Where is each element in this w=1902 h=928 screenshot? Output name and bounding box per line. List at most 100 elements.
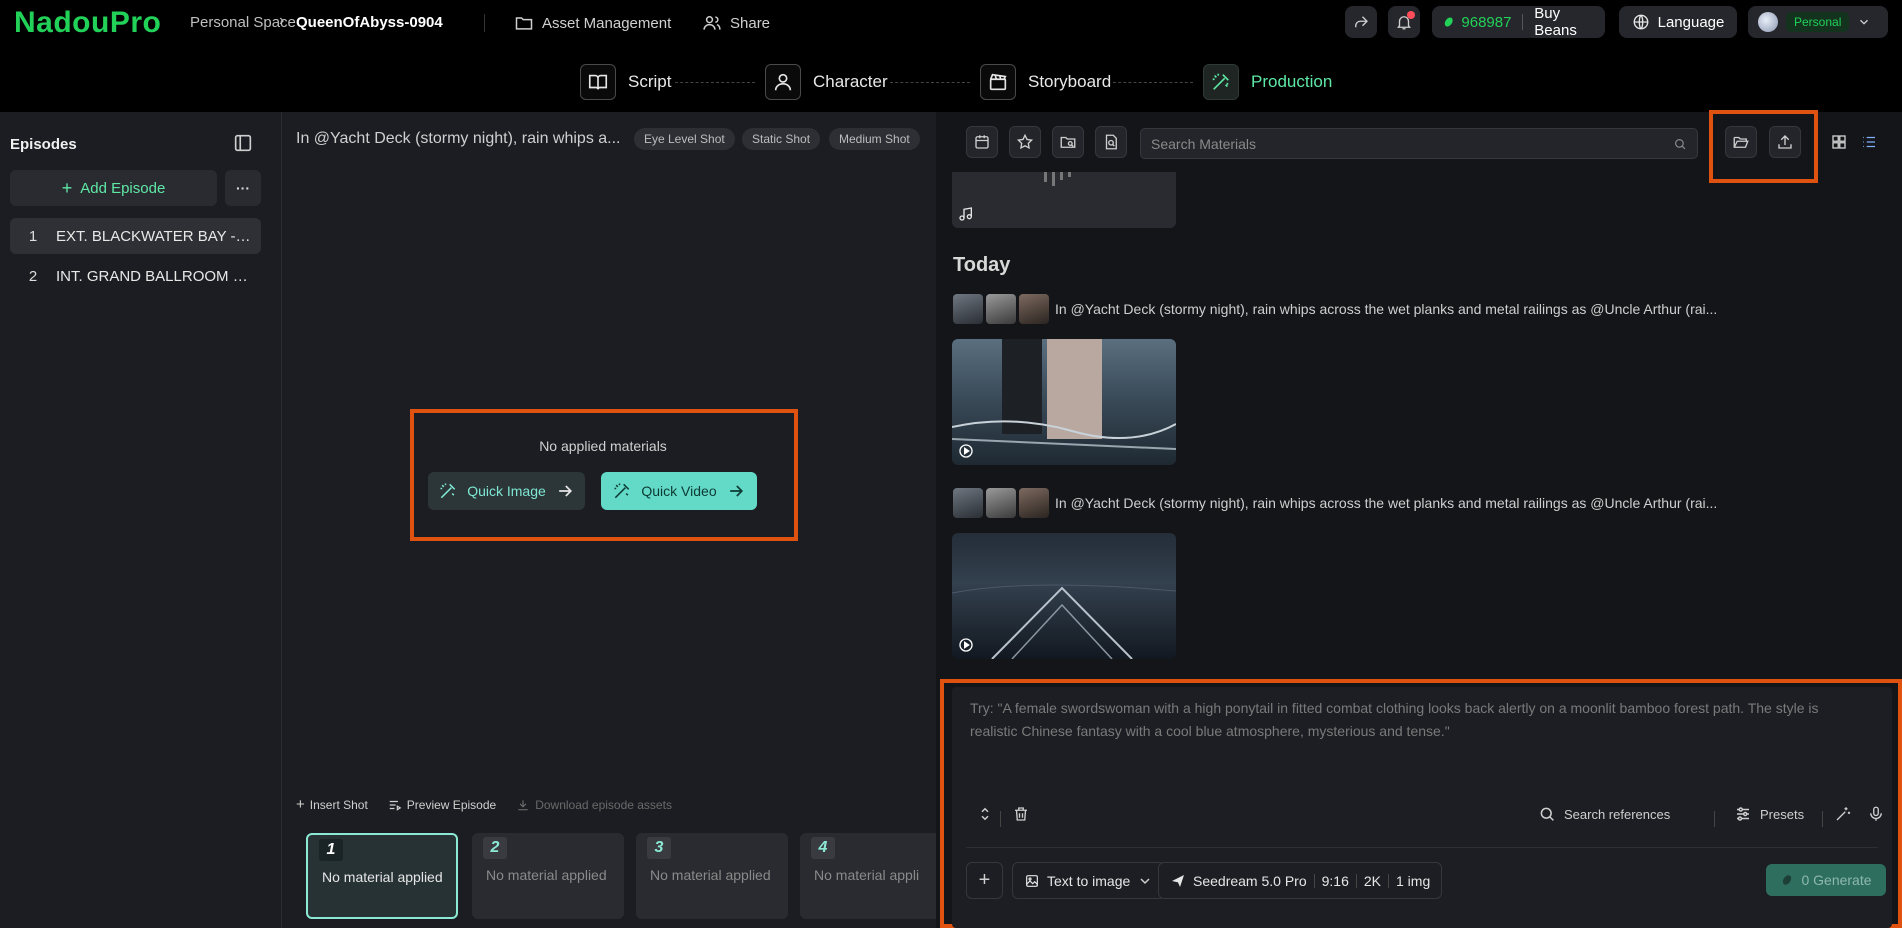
microphone-button[interactable] (1867, 805, 1885, 823)
top-bar: NadouPro Personal Space › QueenOfAbyss-0… (0, 0, 1902, 112)
prompt-input[interactable]: Try: "A female swordswoman with a high p… (970, 697, 1850, 797)
mode-select[interactable]: Text to image (1012, 862, 1166, 899)
asset-management-button[interactable]: Asset Management (514, 13, 671, 33)
material-prompt: In @Yacht Deck (stormy night), rain whip… (1055, 301, 1718, 317)
language-button[interactable]: Language (1619, 6, 1737, 38)
favorites-filter-button[interactable] (1009, 126, 1041, 158)
calendar-filter-button[interactable] (966, 126, 998, 158)
sliders-icon (1737, 807, 1749, 821)
download-assets-button[interactable]: Download episode assets (516, 796, 672, 813)
upload-button[interactable] (1769, 126, 1801, 158)
language-label: Language (1657, 13, 1725, 31)
grid-view-button[interactable] (1826, 129, 1852, 155)
step-connector (1113, 82, 1193, 83)
shot-card[interactable]: 4 No material appli (800, 833, 936, 919)
audio-material[interactable] (952, 172, 1176, 228)
open-folder-button[interactable] (1725, 126, 1757, 158)
expand-icon (981, 807, 989, 821)
shot-title: In @Yacht Deck (stormy night), rain whip… (296, 130, 621, 147)
generate-button[interactable]: 0 Generate (1766, 864, 1886, 896)
search-materials (1140, 128, 1698, 159)
shot-tag: Static Shot (742, 128, 821, 150)
divider (1714, 811, 1715, 827)
quick-video-button[interactable]: Quick Video (601, 472, 757, 510)
upload-icon (1778, 135, 1792, 149)
logo[interactable]: NadouPro (14, 6, 161, 40)
add-episode-button[interactable]: + Add Episode (10, 170, 217, 206)
shot-card[interactable]: 1 No material applied (306, 833, 458, 919)
file-search-button[interactable] (1095, 126, 1127, 158)
beans-balance[interactable]: 968987 Buy Beans (1432, 5, 1605, 39)
waveform-icon (1044, 172, 1071, 186)
search-icon[interactable] (1673, 137, 1687, 151)
model-settings-button[interactable]: Seedream 5.0 Pro 9:16 2K 1 img (1158, 862, 1443, 899)
materials-panel: Today In @Yacht Deck (stormy night), rai… (940, 110, 1902, 928)
account-menu[interactable]: Personal (1748, 6, 1888, 38)
calendar-icon (975, 135, 989, 149)
shot-card[interactable]: 2 No material applied (472, 833, 624, 919)
list-play-icon (389, 800, 402, 811)
more-options-button[interactable]: ··· (225, 170, 261, 206)
enhance-button[interactable] (1834, 805, 1852, 823)
model-icon (1172, 874, 1184, 887)
list-view-button[interactable] (1856, 129, 1882, 155)
divider (1388, 873, 1389, 888)
notification-dot (1407, 11, 1415, 19)
episode-item[interactable]: 2 INT. GRAND BALLROOM - ... (10, 258, 261, 294)
forward-button[interactable] (1345, 6, 1377, 38)
sparkle-wand-icon (1836, 807, 1851, 821)
clear-button[interactable] (1012, 805, 1030, 823)
plus-icon: + (978, 869, 991, 891)
episodes-sidebar: Episodes + Add Episode ··· 1 EXT. BLACKW… (0, 112, 282, 928)
episode-item[interactable]: 1 EXT. BLACKWATER BAY - N... (10, 218, 261, 254)
sidebar-toggle-icon[interactable] (232, 132, 254, 154)
step-script-label: Script (628, 72, 672, 91)
step-production[interactable]: Production (1203, 64, 1332, 100)
step-storyboard[interactable]: Storyboard (980, 64, 1111, 100)
add-reference-button[interactable]: + (966, 862, 1003, 899)
wand-icon (1212, 73, 1229, 90)
buy-beans-button[interactable]: Buy Beans (1534, 5, 1595, 39)
yacht-scene-image (952, 339, 1176, 450)
video-thumbnail[interactable] (952, 339, 1176, 465)
folder-search-button[interactable] (1052, 126, 1084, 158)
plus-icon: + (296, 796, 305, 813)
expand-button[interactable] (976, 805, 994, 823)
chevron-right-icon: › (279, 12, 285, 29)
insert-shot-button[interactable]: + Insert Shot (296, 796, 368, 813)
empty-state-text: No applied materials (539, 438, 667, 454)
insert-shot-label: Insert Shot (309, 797, 368, 812)
step-character[interactable]: Character (765, 64, 888, 100)
divider (1522, 14, 1524, 30)
material-prompt-row[interactable]: In @Yacht Deck (stormy night), rain whip… (953, 294, 1717, 324)
step-script[interactable]: Script (580, 64, 671, 100)
episode-number: 1 (28, 227, 38, 245)
divider (1313, 873, 1315, 888)
share-button[interactable]: Share (702, 13, 770, 33)
presets-label: Presets (1760, 806, 1805, 822)
quick-image-button[interactable]: Quick Image (428, 472, 585, 510)
folder-search-icon (1060, 136, 1076, 148)
search-references-button[interactable]: Search references (1538, 805, 1670, 823)
music-note-icon (959, 207, 972, 221)
notifications-button[interactable] (1388, 6, 1420, 38)
shot-card[interactable]: 3 No material applied (636, 833, 788, 919)
image-icon (1026, 874, 1038, 887)
search-input[interactable] (1151, 135, 1651, 152)
presets-button[interactable]: Presets (1734, 805, 1804, 823)
preview-episode-button[interactable]: Preview Episode (388, 796, 496, 813)
video-thumbnail[interactable] (952, 533, 1176, 659)
shot-number: 2 (483, 837, 507, 859)
shot-toolbar: + Insert Shot Preview Episode Download e… (296, 796, 672, 813)
mode-label: Text to image (1047, 872, 1131, 889)
folder-open-icon (1733, 136, 1749, 148)
shot-tag: Medium Shot (829, 128, 920, 150)
material-prompt-row[interactable]: In @Yacht Deck (stormy night), rain whip… (953, 488, 1717, 518)
users-icon (703, 16, 721, 30)
shot-number: 1 (319, 839, 343, 861)
beans-count: 968987 (1461, 13, 1512, 31)
avatar (1758, 12, 1778, 32)
star-icon (1016, 133, 1034, 150)
breadcrumb-project[interactable]: QueenOfAbyss-0904 (296, 14, 443, 31)
episode-number: 2 (28, 267, 38, 285)
